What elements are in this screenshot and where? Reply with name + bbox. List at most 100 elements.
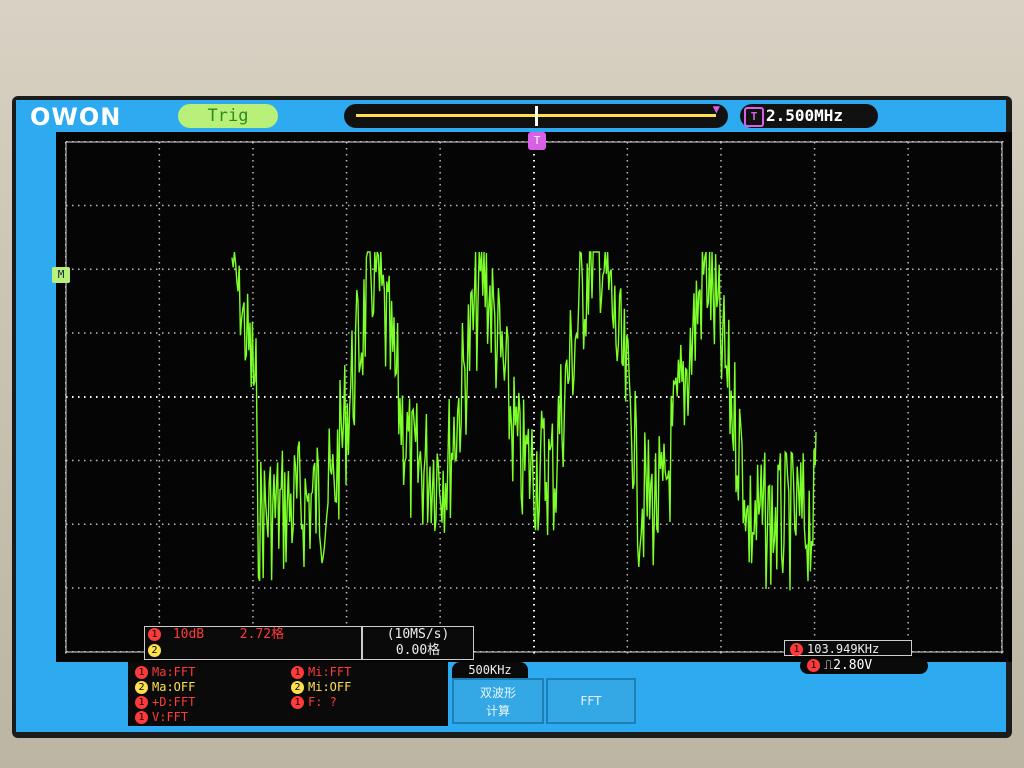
grid-dot xyxy=(626,622,629,624)
ch2-number-badge: 2 xyxy=(148,644,161,657)
grid-dot xyxy=(626,496,629,498)
grid-dot xyxy=(158,400,161,402)
grid-dot xyxy=(264,204,266,207)
grid-dot xyxy=(813,400,816,402)
grid-dot xyxy=(222,587,224,589)
grid-dot xyxy=(468,523,470,525)
grid-dot xyxy=(252,166,254,168)
grid-dot xyxy=(162,332,164,334)
grid-dot xyxy=(258,459,260,462)
grid-dot xyxy=(626,454,629,456)
grid-dot xyxy=(882,204,884,207)
grid-dot xyxy=(907,334,909,336)
grid-dot xyxy=(972,204,974,207)
grid-dot xyxy=(907,556,909,558)
grid-dot xyxy=(439,316,441,318)
channel-info-box[interactable]: 1 10dB 2.72格 2 xyxy=(144,626,362,660)
grid-dot xyxy=(252,598,254,600)
grid-dot xyxy=(414,523,416,525)
grid-dot xyxy=(786,332,788,334)
grid-dot xyxy=(626,280,629,282)
grid-dot xyxy=(252,616,254,618)
grid-dot xyxy=(870,587,872,589)
grid-dot xyxy=(108,204,110,207)
grid-dot xyxy=(252,562,254,564)
grid-dot xyxy=(504,587,506,589)
grid-dot xyxy=(907,238,909,240)
grid-dot xyxy=(626,598,629,600)
grid-dot xyxy=(252,496,254,498)
grid-dot xyxy=(486,523,488,525)
grid-dot xyxy=(626,442,629,444)
grid-dot xyxy=(158,424,161,426)
grid-dot xyxy=(102,523,104,525)
grid-dot xyxy=(456,523,458,525)
math-channel-marker[interactable]: M xyxy=(52,267,70,283)
grid-dot xyxy=(714,396,716,398)
grid-dot xyxy=(306,268,308,270)
grid-dot xyxy=(624,523,626,525)
grid-dot xyxy=(813,340,816,342)
grid-dot xyxy=(954,459,956,462)
grid-dot xyxy=(828,396,830,398)
grid-dot xyxy=(626,532,629,534)
grid-dot xyxy=(252,190,254,192)
grid-dot xyxy=(345,388,348,390)
grid-dot xyxy=(966,204,968,207)
grid-dot xyxy=(252,610,254,612)
grid-dot xyxy=(966,396,968,398)
grid-dot xyxy=(174,332,176,334)
grid-dot xyxy=(246,204,248,207)
dual-waveform-calc-button[interactable]: 双波形 计算 xyxy=(452,678,544,724)
grid-dot xyxy=(252,520,254,522)
grid-dot xyxy=(439,202,441,204)
trigger-position-marker[interactable]: T xyxy=(528,132,546,150)
grid-dot xyxy=(72,587,74,589)
grid-dot xyxy=(690,459,692,462)
grid-dot xyxy=(720,214,722,216)
grid-dot xyxy=(720,508,722,510)
grid-dot xyxy=(840,459,842,462)
grid-dot xyxy=(252,523,254,525)
grid-dot xyxy=(630,332,632,334)
grid-dot xyxy=(270,268,272,270)
grid-dot xyxy=(252,526,254,528)
grid-dot xyxy=(366,523,368,525)
grid-dot xyxy=(492,396,494,398)
grid-dot xyxy=(252,538,254,540)
grid-dot xyxy=(186,459,188,462)
grid-dot xyxy=(907,574,909,576)
grid-dot xyxy=(216,332,218,334)
grid-dot xyxy=(606,332,608,334)
grid-dot xyxy=(533,412,535,414)
grid-dot xyxy=(732,396,734,398)
grid-dot xyxy=(660,268,662,270)
grid-dot xyxy=(654,204,656,207)
grid-dot xyxy=(90,396,92,398)
grid-dot xyxy=(180,204,182,207)
grid-dot xyxy=(438,396,440,398)
fft-button[interactable]: FFT xyxy=(546,678,636,724)
grid-dot xyxy=(876,268,878,270)
math-measurement-panel[interactable]: 1 Ma:FFT 1 Mi:FFT 2 Ma:OFF 2 Mi:OFF 1 +D:FFT … xyxy=(128,662,448,726)
grid-dot xyxy=(858,587,860,589)
grid-dot xyxy=(626,628,629,630)
grid-dot xyxy=(108,396,110,398)
grid-dot xyxy=(626,406,629,408)
grid-dot xyxy=(540,204,542,207)
waveform-display[interactable] xyxy=(56,132,1012,662)
timebase-box[interactable]: (10MS/s) 0.00格 xyxy=(362,626,474,660)
grid-dot xyxy=(345,274,348,276)
grid-dot xyxy=(534,268,536,270)
time-position-bar[interactable]: ▼ xyxy=(344,102,728,128)
grid-dot xyxy=(234,459,236,462)
time-bar-cursor[interactable] xyxy=(535,106,538,126)
dual-waveform-label-line2: 计算 xyxy=(485,704,510,718)
grid-dot xyxy=(626,160,629,162)
grid-dot xyxy=(813,406,816,408)
grid-dot xyxy=(738,204,740,207)
grid-dot xyxy=(654,587,656,589)
grid-dot xyxy=(450,587,452,589)
grid-dot xyxy=(720,166,722,168)
grid-dot xyxy=(564,587,566,589)
